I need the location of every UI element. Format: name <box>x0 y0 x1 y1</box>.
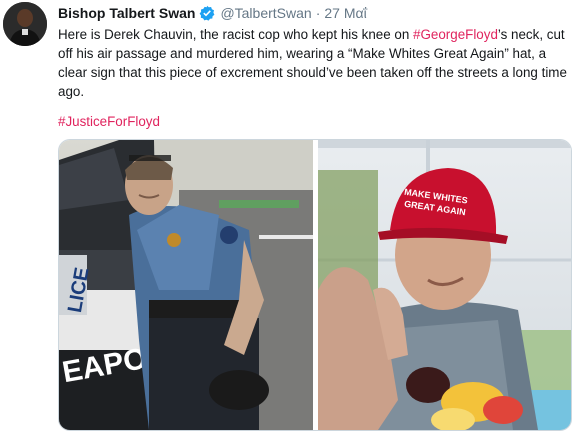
photo-left[interactable]: LICE EAPOLIS <box>59 140 313 430</box>
hashtag-justice-for-floyd[interactable]: #JusticeForFloyd <box>58 114 160 129</box>
verified-badge-icon <box>199 5 215 21</box>
author-handle[interactable]: @TalbertSwan <box>220 5 311 21</box>
tweet-text: Here is Derek Chauvin, the racist cop wh… <box>58 25 568 101</box>
tweet-header: Bishop Talbert Swan @TalbertSwan · 27 Μα… <box>58 3 367 23</box>
tweet-date[interactable]: 27 Μαΐ <box>324 5 366 21</box>
tweet-media[interactable]: LICE EAPOLIS MAKE WHITES GREAT AGAIN <box>58 139 572 431</box>
avatar-image <box>3 2 47 46</box>
tweet: Bishop Talbert Swan @TalbertSwan · 27 Μα… <box>0 0 573 431</box>
photo-right[interactable]: MAKE WHITES GREAT AGAIN <box>318 140 571 430</box>
header-separator: · <box>315 5 321 21</box>
red-hat-man-image: MAKE WHITES GREAT AGAIN <box>318 140 571 430</box>
hashtag-george-floyd[interactable]: #GeorgeFloyd <box>413 27 498 42</box>
tweet-text-part1: Here is Derek Chauvin, the racist cop wh… <box>58 27 414 42</box>
avatar[interactable] <box>3 2 47 46</box>
police-officer-image: LICE EAPOLIS <box>59 140 313 430</box>
hashtag-line: #JusticeForFloyd <box>58 112 160 131</box>
author-name[interactable]: Bishop Talbert Swan <box>58 5 195 21</box>
